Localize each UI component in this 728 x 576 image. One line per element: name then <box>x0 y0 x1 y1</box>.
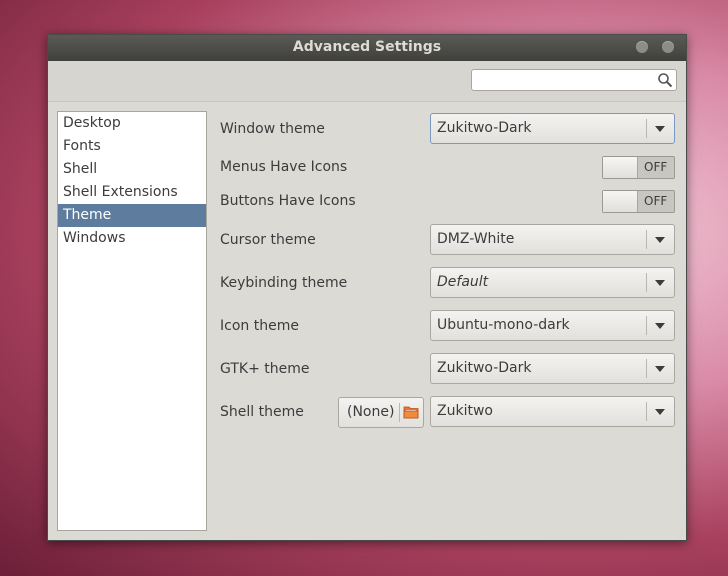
dropdown-separator <box>646 230 647 249</box>
title-bar: Advanced Settings <box>48 35 686 61</box>
sidebar-item-shell[interactable]: Shell <box>58 158 206 181</box>
sidebar-item-fonts[interactable]: Fonts <box>58 135 206 158</box>
shell-theme-file-label: (None) <box>347 404 395 420</box>
toolbar <box>48 61 686 102</box>
sidebar-item-shell-extensions[interactable]: Shell Extensions <box>58 181 206 204</box>
menus-have-icons-toggle[interactable]: OFF <box>602 156 675 179</box>
sidebar-item-theme[interactable]: Theme <box>58 204 206 227</box>
buttons-have-icons-toggle[interactable]: OFF <box>602 190 675 213</box>
sidebar-item-desktop[interactable]: Desktop <box>58 112 206 135</box>
keybinding-theme-label: Keybinding theme <box>220 275 348 291</box>
search-box[interactable] <box>471 69 677 91</box>
shell-theme-file-button[interactable]: (None) <box>338 397 424 428</box>
icon-theme-label: Icon theme <box>220 318 299 334</box>
minimize-button[interactable] <box>636 41 648 53</box>
chevron-down-icon <box>655 126 665 132</box>
icon-theme-dropdown[interactable]: Ubuntu-mono-dark <box>430 310 675 341</box>
toggle-knob <box>603 191 638 212</box>
chevron-down-icon <box>655 323 665 329</box>
cursor-theme-dropdown[interactable]: DMZ-White <box>430 224 675 255</box>
keybinding-theme-value: Default <box>437 274 489 290</box>
shell-theme-label: Shell theme <box>220 404 304 420</box>
button-separator <box>399 403 400 422</box>
close-button[interactable] <box>662 41 674 53</box>
dropdown-separator <box>646 316 647 335</box>
chevron-down-icon <box>655 409 665 415</box>
buttons-have-icons-label: Buttons Have Icons <box>220 193 356 209</box>
chevron-down-icon <box>655 366 665 372</box>
gtk-theme-dropdown[interactable]: Zukitwo-Dark <box>430 353 675 384</box>
dropdown-separator <box>646 119 647 138</box>
gtk-theme-value: Zukitwo-Dark <box>437 360 532 376</box>
search-icon[interactable] <box>657 72 673 88</box>
shell-theme-dropdown[interactable]: Zukitwo <box>430 396 675 427</box>
window-theme-dropdown[interactable]: Zukitwo-Dark <box>430 113 675 144</box>
cursor-theme-value: DMZ-White <box>437 231 515 247</box>
gtk-theme-label: GTK+ theme <box>220 361 310 377</box>
chevron-down-icon <box>655 280 665 286</box>
toggle-state: OFF <box>644 160 668 174</box>
window-theme-value: Zukitwo-Dark <box>437 120 532 136</box>
toggle-knob <box>603 157 638 178</box>
dropdown-separator <box>646 273 647 292</box>
toggle-state: OFF <box>644 194 668 208</box>
category-sidebar: Desktop Fonts Shell Shell Extensions The… <box>57 111 207 531</box>
sidebar-item-windows[interactable]: Windows <box>58 227 206 250</box>
icon-theme-value: Ubuntu-mono-dark <box>437 317 570 333</box>
folder-icon <box>403 406 419 419</box>
dropdown-separator <box>646 402 647 421</box>
shell-theme-value: Zukitwo <box>437 403 493 419</box>
window-theme-label: Window theme <box>220 121 325 137</box>
menus-have-icons-label: Menus Have Icons <box>220 159 348 175</box>
dropdown-separator <box>646 359 647 378</box>
window-title: Advanced Settings <box>292 39 442 55</box>
advanced-settings-window: Advanced Settings Desktop Fonts Shell Sh… <box>47 34 687 541</box>
search-input[interactable] <box>475 72 659 90</box>
chevron-down-icon <box>655 237 665 243</box>
cursor-theme-label: Cursor theme <box>220 232 316 248</box>
keybinding-theme-dropdown[interactable]: Default <box>430 267 675 298</box>
